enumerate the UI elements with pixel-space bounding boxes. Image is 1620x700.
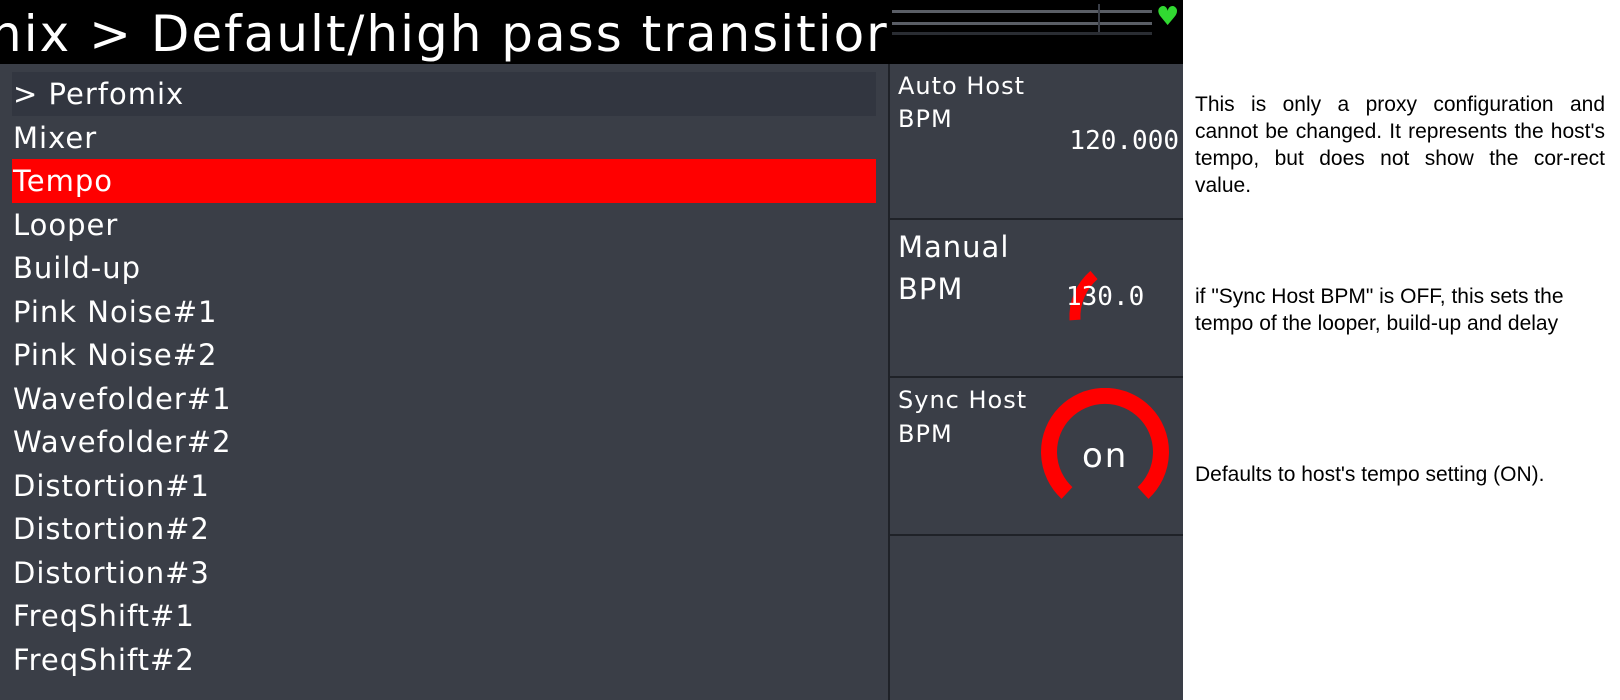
menu-item[interactable]: Distortion#3 <box>12 551 876 595</box>
menu-item[interactable]: Looper <box>12 203 876 247</box>
note-auto-host: This is only a proxy configuration and c… <box>1195 93 1605 197</box>
manual-bpm-label: BPM <box>898 272 964 306</box>
manual-bpm-value: 130.0 <box>1066 282 1145 312</box>
sync-host-bpm-label: BPM <box>898 420 953 448</box>
title-bar: nix > Default/high pass transitior <box>0 0 888 64</box>
note-sync-host: Defaults to host's tempo setting (ON). <box>1195 463 1545 486</box>
level-meter-mid <box>892 22 1152 25</box>
sync-host-label: Sync Host <box>898 386 1028 414</box>
menu-item[interactable]: FreqShift#2 <box>12 638 876 682</box>
menu-item[interactable]: Wavefolder#1 <box>12 377 876 421</box>
menu-item[interactable]: Build-up <box>12 246 876 290</box>
auto-host-label: Auto Host <box>898 72 1025 100</box>
menu-item[interactable]: Distortion#2 <box>12 507 876 551</box>
menu-item[interactable]: Pink Noise#2 <box>12 333 876 377</box>
auto-host-bpm-value: 120.000 <box>1069 126 1179 156</box>
note-manual: if "Sync Host BPM" is OFF, this sets the… <box>1195 285 1564 335</box>
level-meter-bottom <box>892 32 1152 35</box>
auto-host-bpm-label: BPM <box>898 105 953 133</box>
menu-item[interactable]: Mixer <box>12 116 876 160</box>
auto-host-bpm-cell: Auto Host BPM 120.000 <box>890 64 1183 218</box>
manual-label: Manual <box>898 230 1010 264</box>
parameter-panel: Auto Host BPM 120.000 Manual BPM 130.0 S… <box>888 64 1183 700</box>
sync-host-value: on <box>1082 436 1129 476</box>
panel-divider <box>890 534 1183 536</box>
sync-host-bpm-cell[interactable]: Sync Host BPM on <box>890 378 1183 534</box>
menu-item[interactable]: Wavefolder#2 <box>12 420 876 464</box>
manual-bpm-knob[interactable] <box>1030 264 1180 374</box>
menu-item[interactable]: Pink Noise#1 <box>12 290 876 334</box>
menu-item[interactable]: Distortion#1 <box>12 464 876 508</box>
menu-breadcrumb-item[interactable]: > Perfomix <box>12 72 876 116</box>
device-screen: nix > Default/high pass transitior ♥ > P… <box>0 0 1183 700</box>
manual-bpm-cell[interactable]: Manual BPM 130.0 <box>890 220 1183 376</box>
page-title: nix > Default/high pass transitior <box>0 5 888 63</box>
heart-icon: ♥ <box>1156 2 1180 32</box>
menu-item[interactable]: Tempo <box>12 159 876 203</box>
level-meter-tick <box>1098 4 1100 32</box>
status-area: ♥ <box>888 0 1183 64</box>
menu-item[interactable]: FreqShift#1 <box>12 594 876 638</box>
level-meter-top <box>892 10 1152 13</box>
annotation-column: This is only a proxy configuration and c… <box>1195 0 1610 700</box>
